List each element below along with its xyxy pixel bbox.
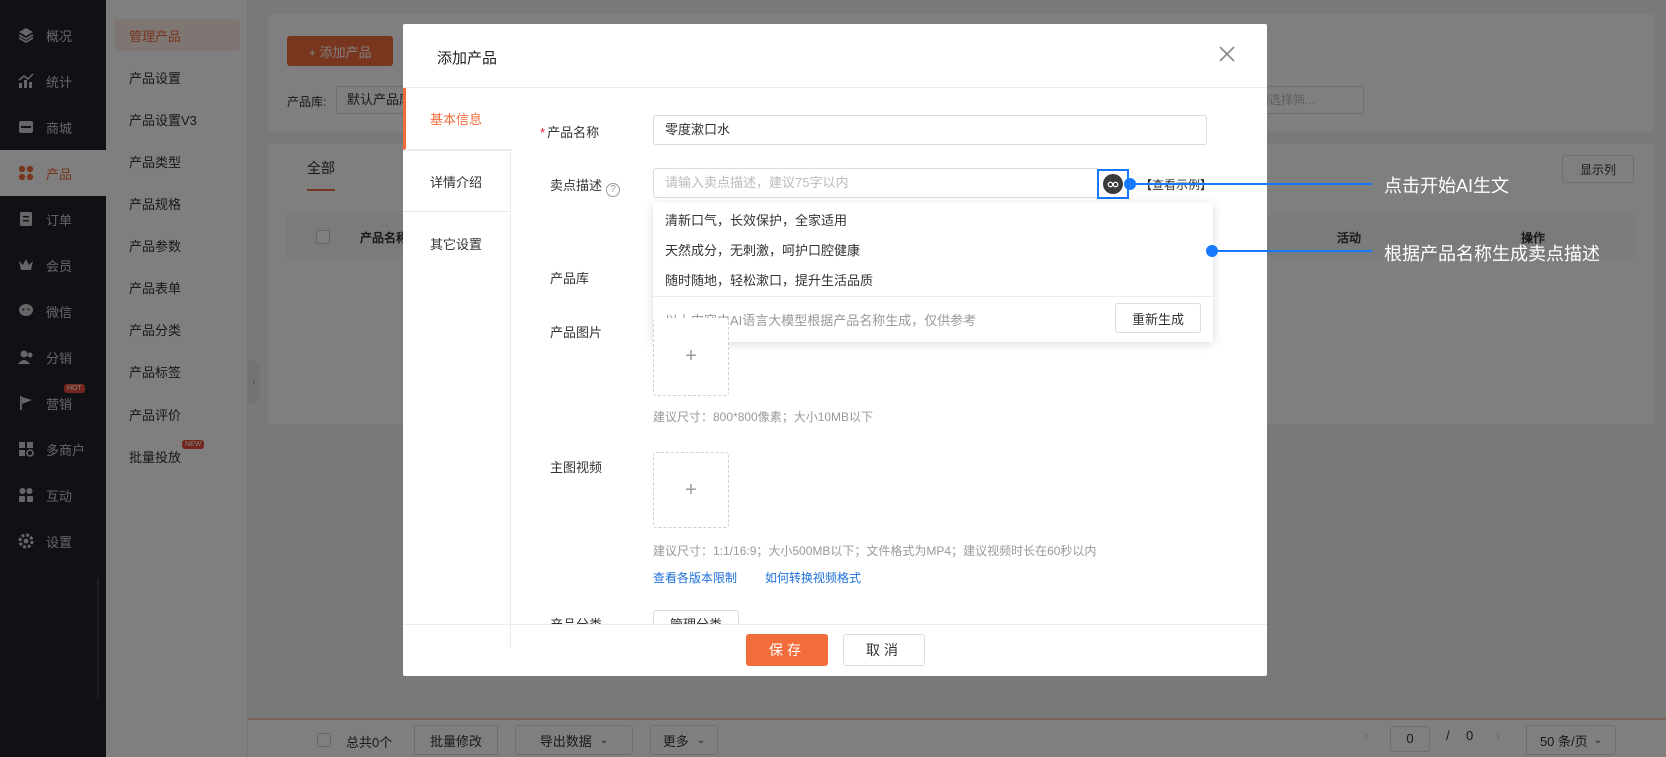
lib-field-label: 产品库 — [550, 271, 590, 286]
cancel-button[interactable]: 取消 — [843, 634, 925, 666]
tab-other-settings[interactable]: 其它设置 — [403, 212, 511, 274]
save-button[interactable]: 保存 — [746, 634, 828, 666]
help-icon[interactable]: ? — [606, 183, 621, 197]
plus-icon: + — [685, 345, 697, 367]
regenerate-button[interactable]: 重新生成 — [1115, 303, 1201, 333]
video-upload[interactable]: + — [653, 452, 729, 528]
callout-generate-desc: 根据产品名称生成卖点描述 — [1384, 244, 1600, 264]
product-name-input[interactable]: 零度漱口水 — [653, 115, 1207, 145]
suggestion-item[interactable]: 天然成分，无刺激，呵护口腔健康 — [665, 240, 860, 259]
convert-video-link[interactable]: 如何转换视频格式 — [765, 569, 861, 586]
name-label-text: 产品名称 — [547, 125, 600, 140]
tab-basic-info[interactable]: 基本信息 — [403, 88, 512, 150]
selling-point-label: 卖点描述? — [550, 175, 621, 197]
suggestion-item[interactable]: 随时随地，轻松漱口，提升生活品质 — [665, 270, 873, 289]
callout-start-ai: 点击开始AI生文 — [1384, 176, 1510, 196]
callout-line — [1134, 183, 1372, 185]
image-upload[interactable]: + — [653, 318, 729, 396]
manage-category-button[interactable]: 管理分类 — [653, 610, 739, 624]
suggestion-divider — [653, 296, 1213, 297]
name-label: * 产品名称 — [540, 122, 599, 141]
tab-detail-intro[interactable]: 详情介绍 — [403, 150, 511, 212]
video-hint: 建议尺寸：1:1/16:9；大小500MB以下；文件格式为MP4；建议视频时长在… — [653, 544, 1097, 558]
close-icon[interactable] — [1217, 44, 1237, 64]
suggestion-item[interactable]: 清新口气，长效保护，全家适用 — [665, 210, 847, 229]
video-label: 主图视频 — [550, 460, 603, 475]
callout-line — [1216, 250, 1372, 252]
selling-point-input[interactable]: 请输入卖点描述，建议75字以内 — [653, 168, 1099, 198]
selling-label-text: 卖点描述 — [550, 178, 603, 193]
ai-robot-icon — [1103, 174, 1123, 194]
ai-suggestion-dropdown: 清新口气，长效保护，全家适用 天然成分，无刺激，呵护口腔健康 随时随地，轻松漱口… — [653, 202, 1213, 342]
image-hint: 建议尺寸：800*800像素；大小10MB以下 — [653, 410, 874, 424]
image-label: 产品图片 — [550, 325, 603, 340]
version-limits-link[interactable]: 查看各版本限制 — [653, 569, 737, 586]
category-label: 产品分类 — [550, 614, 602, 624]
modal-title: 添加产品 — [437, 50, 498, 67]
modal-footer — [403, 624, 1267, 676]
manage-category-label: 管理分类 — [653, 610, 739, 624]
modal-header: 添加产品 — [403, 24, 1267, 88]
modal-tabs: 基本信息 详情介绍 其它设置 — [403, 88, 512, 648]
required-mark: * — [540, 125, 546, 140]
plus-icon: + — [685, 478, 697, 501]
